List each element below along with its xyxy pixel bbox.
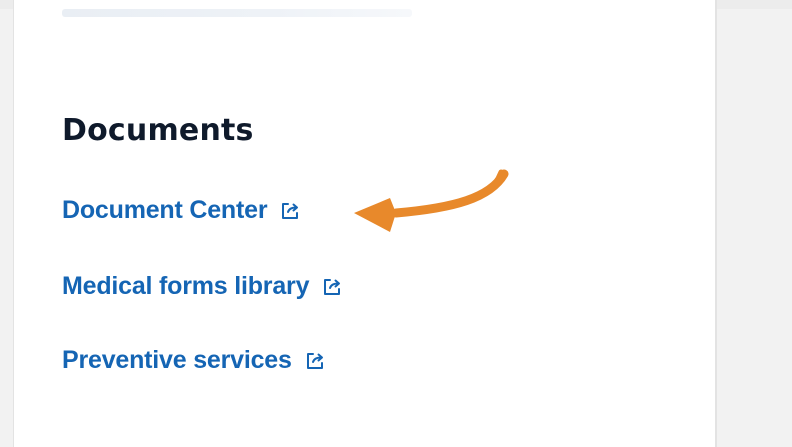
- preventive-services-link[interactable]: Preventive services: [62, 346, 326, 375]
- documents-heading: Documents: [62, 113, 254, 148]
- medical-forms-library-label: Medical forms library: [62, 272, 310, 300]
- external-link-icon: [321, 276, 343, 298]
- faded-text-above: [62, 9, 412, 17]
- document-center-link[interactable]: Document Center: [62, 196, 301, 225]
- external-link-icon: [279, 200, 301, 222]
- preventive-services-label: Preventive services: [62, 346, 292, 374]
- medical-forms-library-link[interactable]: Medical forms library: [62, 272, 343, 301]
- document-center-label: Document Center: [62, 196, 268, 224]
- orange-arrow-annotation: [354, 169, 509, 232]
- external-link-icon: [304, 350, 326, 372]
